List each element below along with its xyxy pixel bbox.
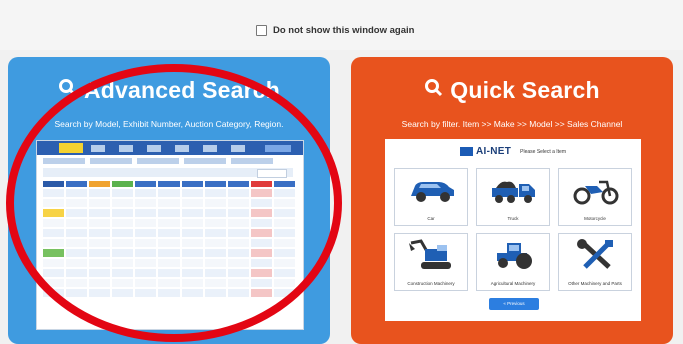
item-card-truck[interactable]: Truck (476, 168, 550, 226)
item-grid: Car Truck Motorcycle Construction Machin… (394, 168, 632, 291)
ai-net-logo: AI-NET (460, 146, 511, 157)
quick-search-subtitle: Search by filter. Item >> Make >> Model … (401, 119, 623, 129)
search-icon (58, 78, 78, 104)
select-item-text: Please Select a Item (520, 148, 566, 155)
item-card-car[interactable]: Car (394, 168, 468, 226)
excavator-icon (409, 239, 451, 269)
item-card-other[interactable]: Other Machinery and Parts (558, 233, 632, 291)
car-icon (411, 182, 454, 202)
preview-tabs (43, 158, 278, 164)
preview-header: AI-NET Please Select a Item (385, 146, 641, 157)
item-card-motorcycle[interactable]: Motorcycle (558, 168, 632, 226)
motorcycle-icon (573, 180, 619, 205)
top-bar: Do not show this window again (0, 0, 683, 50)
search-icon (424, 78, 444, 104)
advanced-search-subtitle: Search by Model, Exhibit Number, Auction… (54, 119, 284, 129)
dont-show-option[interactable]: Do not show this window again (256, 25, 414, 36)
preview-filters (43, 168, 293, 178)
tools-icon (577, 239, 613, 269)
quick-search-panel[interactable]: Quick Search Search by filter. Item >> M… (351, 57, 673, 344)
tractor-icon (497, 243, 532, 269)
item-card-construction[interactable]: Construction Machinery (394, 233, 468, 291)
advanced-search-preview[interactable] (36, 140, 304, 330)
item-card-agricultural[interactable]: Agricultural Machinery (476, 233, 550, 291)
dont-show-checkbox[interactable] (256, 25, 267, 36)
quick-search-preview[interactable]: AI-NET Please Select a Item Car Truck Mo… (385, 139, 641, 321)
preview-grid (43, 181, 295, 323)
advanced-search-title: Advanced Search (8, 77, 330, 104)
quick-search-title: Quick Search (351, 77, 673, 104)
previous-button[interactable]: « Previous (489, 298, 539, 310)
truck-icon (492, 181, 535, 203)
advanced-search-panel[interactable]: Advanced Search Search by Model, Exhibit… (8, 57, 330, 344)
dont-show-label: Do not show this window again (273, 25, 415, 36)
preview-navbar (37, 141, 303, 155)
